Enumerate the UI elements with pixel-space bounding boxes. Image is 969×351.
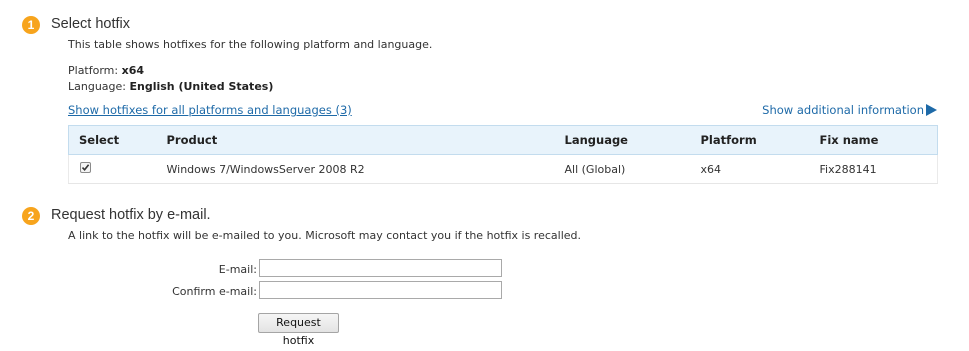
column-header-product: Product (156, 125, 555, 155)
language-cell: All (Global) (554, 154, 691, 184)
email-field[interactable] (259, 259, 502, 277)
platform-cell: x64 (690, 154, 810, 184)
select-hotfix-heading: Select hotfix (51, 16, 130, 32)
checkmark-icon (81, 163, 90, 171)
hotfix-table: Select Product Language Platform Fix nam… (68, 125, 938, 184)
column-header-platform: Platform (690, 125, 810, 155)
table-row: Windows 7/WindowsServer 2008 R2 All (Glo… (68, 154, 938, 184)
column-header-language: Language (554, 125, 691, 155)
email-label: E-mail: (218, 263, 257, 276)
arrow-right-icon (926, 104, 937, 116)
column-header-fix-name: Fix name (809, 125, 938, 155)
platform-label: Platform: (68, 64, 122, 77)
select-hotfix-description: This table shows hotfixes for the follow… (68, 38, 433, 51)
request-hotfix-button[interactable]: Request hotfix (258, 313, 339, 347)
step-1-badge: 1 (22, 16, 40, 34)
show-additional-info-link[interactable]: Show additional information (762, 103, 937, 117)
show-additional-info-label: Show additional information (762, 103, 924, 117)
request-hotfix-description: A link to the hotfix will be e-mailed to… (68, 229, 582, 242)
request-hotfix-heading: Request hotfix by e-mail. (51, 207, 211, 223)
confirm-email-label: Confirm e-mail: (172, 285, 257, 298)
select-checkbox[interactable] (80, 161, 91, 173)
language-value: English (United States) (129, 80, 274, 93)
step-2-badge: 2 (22, 207, 40, 225)
language-label: Language: (68, 80, 130, 93)
confirm-email-field[interactable] (259, 281, 502, 299)
platform-value: x64 (121, 64, 144, 77)
fix-name-cell: Fix288141 (809, 154, 938, 184)
column-header-select: Select (68, 125, 157, 155)
show-all-platforms-link[interactable]: Show hotfixes for all platforms and lang… (68, 103, 352, 117)
platform-info: Platform: x64 (68, 64, 144, 77)
select-cell (68, 154, 157, 184)
language-info: Language: English (United States) (68, 80, 273, 93)
product-cell: Windows 7/WindowsServer 2008 R2 (156, 154, 555, 184)
table-header-row: Select Product Language Platform Fix nam… (68, 125, 938, 155)
